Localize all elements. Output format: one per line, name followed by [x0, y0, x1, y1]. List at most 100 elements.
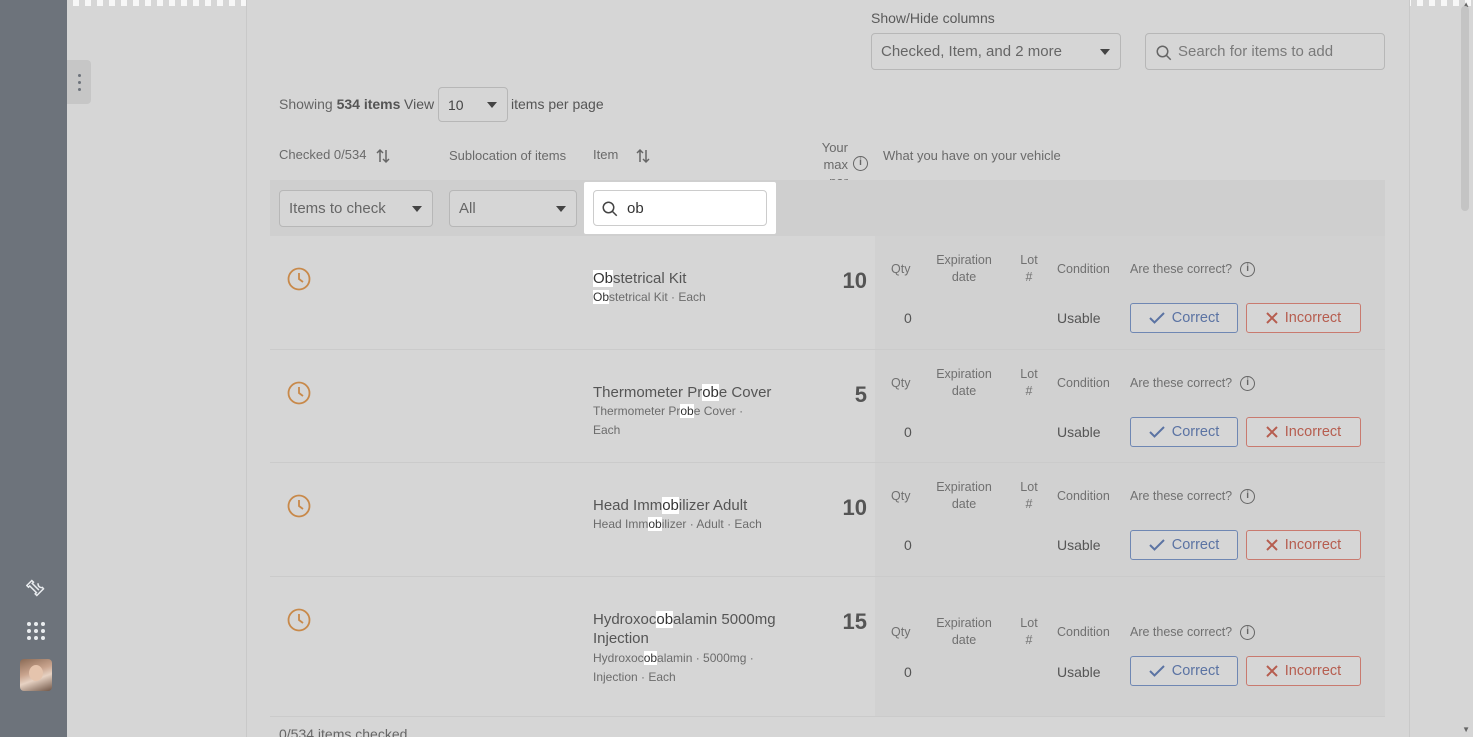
- qty-value: 0: [904, 664, 912, 680]
- clock-icon: [287, 381, 311, 405]
- showing-count: Showing 534 items: [279, 96, 400, 112]
- incorrect-button[interactable]: Incorrect: [1246, 656, 1361, 686]
- chevron-down-icon: [556, 206, 566, 212]
- info-icon[interactable]: i: [1240, 376, 1256, 392]
- correct-question-text: Are these correct?: [1130, 489, 1233, 503]
- item-name-part: stetrical Kit: [613, 270, 687, 287]
- sort-icon[interactable]: [376, 148, 390, 164]
- close-icon: [1266, 312, 1278, 324]
- search-icon: [1156, 45, 1172, 61]
- table-row: Thermometer Probe Cover Thermometer Prob…: [270, 350, 1385, 463]
- info-icon[interactable]: i: [1240, 625, 1256, 641]
- item-name-match: Ob: [593, 270, 614, 287]
- item-detail-match: ob: [643, 651, 658, 665]
- wrench-icon[interactable]: [20, 572, 52, 604]
- header-item[interactable]: Item: [593, 147, 650, 164]
- correct-button-label: Correct: [1171, 663, 1220, 679]
- expiration-label: Expiration date: [936, 480, 992, 511]
- sort-icon[interactable]: [636, 148, 650, 164]
- item-name-part: Thermometer Pr: [593, 384, 703, 401]
- sublocation-filter-select[interactable]: All: [449, 190, 577, 227]
- showing-prefix: Showing: [279, 96, 333, 112]
- lot-label: Lot #: [1020, 253, 1038, 284]
- columns-select[interactable]: Checked, Item, and 2 more: [871, 33, 1121, 70]
- expiration-label: Expiration date: [936, 367, 992, 398]
- lot-label: Lot #: [1020, 616, 1038, 647]
- correct-question-text: Are these correct?: [1130, 625, 1233, 639]
- item-name-match: ob: [656, 611, 674, 628]
- item-detail: Hydroxocobalamin · 5000mg · Injection · …: [593, 649, 773, 687]
- qty-value: 0: [904, 424, 912, 440]
- table-row: Hydroxocobalamin 5000mg Injection Hydrox…: [270, 577, 1385, 717]
- condition-label: Condition: [1057, 625, 1110, 639]
- scroll-down-icon[interactable]: ▼: [1462, 725, 1470, 734]
- check-icon: [1149, 312, 1165, 324]
- table-row: Head Immobilizer Adult Head Immobilizer …: [270, 463, 1385, 577]
- sublocation-filter-value: All: [459, 200, 476, 217]
- scrollbar[interactable]: [1461, 6, 1469, 211]
- clock-icon: [287, 608, 311, 632]
- item-detail-part: Thermometer Pr: [593, 404, 681, 418]
- item-name: Thermometer Probe Cover: [593, 383, 793, 402]
- per-page-select[interactable]: 10: [438, 87, 508, 122]
- incorrect-button[interactable]: Incorrect: [1246, 530, 1361, 560]
- rail-toggle-handle[interactable]: [67, 60, 91, 104]
- correct-button[interactable]: Correct: [1130, 656, 1238, 686]
- item-count: 534 items: [336, 96, 401, 112]
- correct-button[interactable]: Correct: [1130, 303, 1238, 333]
- item-search-input[interactable]: ob: [593, 190, 767, 226]
- header-sublocation: Sublocation of items: [449, 148, 567, 163]
- item-detail-part: ilizer · Adult · Each: [661, 517, 762, 531]
- incorrect-button[interactable]: Incorrect: [1246, 303, 1361, 333]
- max-par-value: 15: [842, 609, 867, 634]
- table-row: Obstetrical Kit Obstetrical Kit · Each 1…: [270, 236, 1385, 350]
- columns-select-value: Checked, Item, and 2 more: [881, 43, 1062, 60]
- item-name-match: ob: [702, 384, 719, 401]
- correct-button[interactable]: Correct: [1130, 530, 1238, 560]
- vehicle-panel: Qty Expiration date Lot # Condition Are …: [875, 577, 1385, 716]
- qty-label: Qty: [891, 262, 911, 276]
- clock-icon: [287, 494, 311, 518]
- condition-value: Usable: [1057, 664, 1101, 680]
- max-par-value: 10: [842, 268, 867, 293]
- search-icon: [602, 201, 618, 217]
- info-icon[interactable]: i: [1240, 489, 1256, 505]
- lot-label: Lot #: [1020, 367, 1038, 398]
- header-item-label: Item: [593, 147, 619, 162]
- incorrect-button-label: Incorrect: [1284, 424, 1342, 440]
- vehicle-panel: Qty Expiration date Lot # Condition Are …: [875, 463, 1385, 576]
- incorrect-button-label: Incorrect: [1284, 310, 1342, 326]
- correct-button[interactable]: Correct: [1130, 417, 1238, 447]
- item-detail: Thermometer Probe Cover · Each: [593, 402, 773, 440]
- correct-button-label: Correct: [1171, 424, 1220, 440]
- info-icon[interactable]: i: [1240, 262, 1256, 278]
- check-icon: [1149, 665, 1165, 677]
- add-item-search-input[interactable]: Search for items to add: [1145, 33, 1385, 70]
- checked-summary: 0/534 items checked: [279, 726, 408, 737]
- chevron-down-icon: [1100, 49, 1110, 55]
- incorrect-button[interactable]: Incorrect: [1246, 417, 1361, 447]
- filter-row: [270, 180, 1385, 236]
- chevron-down-icon: [412, 206, 422, 212]
- item-search-highlight: ob: [584, 182, 776, 234]
- condition-label: Condition: [1057, 376, 1110, 390]
- item-detail-match: ob: [680, 404, 694, 418]
- per-page-value: 10: [448, 96, 464, 113]
- header-checked[interactable]: Checked 0/534: [279, 147, 390, 164]
- correct-question: Are these correct? i: [1130, 261, 1256, 278]
- item-name-part: e Cover: [718, 384, 772, 401]
- check-filter-select[interactable]: Items to check: [279, 190, 433, 227]
- close-icon: [1266, 665, 1278, 677]
- correct-button-label: Correct: [1171, 537, 1220, 553]
- correct-question-text: Are these correct?: [1130, 376, 1233, 390]
- vehicle-panel: Qty Expiration date Lot # Condition Are …: [875, 236, 1385, 349]
- info-icon[interactable]: i: [853, 156, 868, 171]
- max-par-value: 5: [854, 382, 867, 407]
- lot-label: Lot #: [1020, 480, 1038, 511]
- avatar[interactable]: [20, 659, 52, 691]
- correct-question-text: Are these correct?: [1130, 262, 1233, 276]
- apps-grid-icon[interactable]: [20, 615, 52, 647]
- item-name: Hydroxocobalamin 5000mg Injection: [593, 610, 793, 648]
- correct-question: Are these correct? i: [1130, 375, 1256, 392]
- condition-label: Condition: [1057, 489, 1110, 503]
